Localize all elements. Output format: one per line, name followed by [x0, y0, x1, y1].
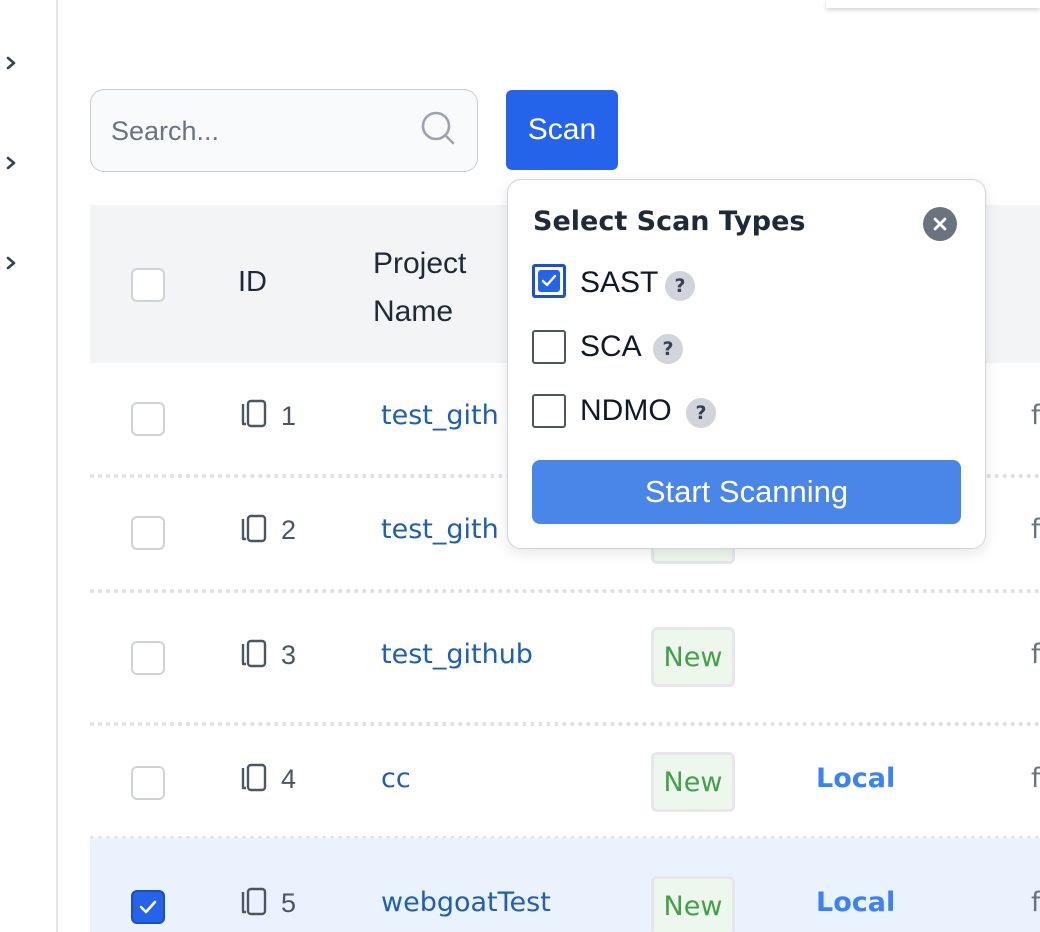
sast-checkbox[interactable]	[532, 264, 566, 298]
chevron-right-icon[interactable]	[4, 155, 18, 170]
project-link[interactable]: test_github	[381, 639, 533, 670]
status-badge: New	[651, 876, 735, 932]
project-link[interactable]: webgoatTest	[381, 887, 551, 918]
help-icon[interactable]: ?	[653, 334, 683, 364]
close-icon[interactable]	[923, 207, 957, 241]
copy-icon[interactable]	[239, 886, 269, 918]
start-scanning-button[interactable]: Start Scanning	[532, 460, 961, 524]
ndmo-label: NDMO	[580, 394, 672, 427]
row-truncated-text: f	[1031, 763, 1040, 794]
row-id: 2	[281, 515, 297, 545]
sidebar	[0, 0, 58, 932]
top-panel-edge	[826, 0, 1040, 8]
row-id: 1	[281, 401, 297, 431]
status-badge: New	[651, 752, 735, 812]
row-id: 5	[281, 888, 297, 918]
search-icon[interactable]	[420, 110, 456, 146]
row-id: 3	[281, 640, 297, 670]
status-badge: New	[651, 627, 735, 687]
help-icon[interactable]: ?	[665, 271, 695, 301]
help-icon[interactable]: ?	[686, 398, 716, 428]
copy-icon[interactable]	[239, 398, 269, 430]
row-truncated-text: f	[1031, 400, 1040, 431]
sca-checkbox[interactable]	[532, 330, 566, 364]
source-link[interactable]: Local	[816, 887, 895, 918]
source-link[interactable]: Local	[816, 763, 895, 794]
sca-label: SCA	[580, 330, 642, 363]
copy-icon[interactable]	[239, 762, 269, 794]
selected-row-background	[90, 838, 1040, 932]
select-all-checkbox[interactable]	[131, 268, 165, 302]
project-link[interactable]: test_gith	[381, 400, 499, 431]
copy-icon[interactable]	[239, 638, 269, 670]
column-header-id: ID	[238, 266, 267, 298]
row-checkbox[interactable]	[131, 890, 165, 924]
row-checkbox[interactable]	[131, 516, 165, 550]
row-checkbox[interactable]	[131, 766, 165, 800]
ndmo-checkbox[interactable]	[532, 394, 566, 428]
row-divider	[90, 589, 1040, 593]
column-header-project-name: Project Name	[373, 240, 513, 336]
row-truncated-text: f	[1031, 887, 1040, 918]
column-header-project-line2: Name	[373, 295, 454, 328]
row-truncated-text: f	[1031, 639, 1040, 670]
copy-icon[interactable]	[239, 513, 269, 545]
scan-types-popover: Select Scan Types SAST ? SCA ? NDMO ? St…	[507, 179, 986, 549]
chevron-right-icon[interactable]	[4, 255, 18, 270]
row-truncated-text: f	[1031, 514, 1040, 545]
search-input[interactable]	[111, 110, 411, 152]
row-divider	[90, 722, 1040, 726]
sast-label: SAST	[580, 266, 659, 299]
scan-button[interactable]: Scan	[506, 90, 618, 170]
project-link[interactable]: test_gith	[381, 514, 499, 545]
column-header-project-line1: Project	[373, 247, 467, 280]
row-checkbox[interactable]	[131, 641, 165, 675]
row-id: 4	[281, 764, 297, 794]
popover-title: Select Scan Types	[533, 206, 806, 237]
row-checkbox[interactable]	[131, 402, 165, 436]
chevron-right-icon[interactable]	[4, 55, 18, 70]
project-link[interactable]: cc	[381, 763, 411, 794]
